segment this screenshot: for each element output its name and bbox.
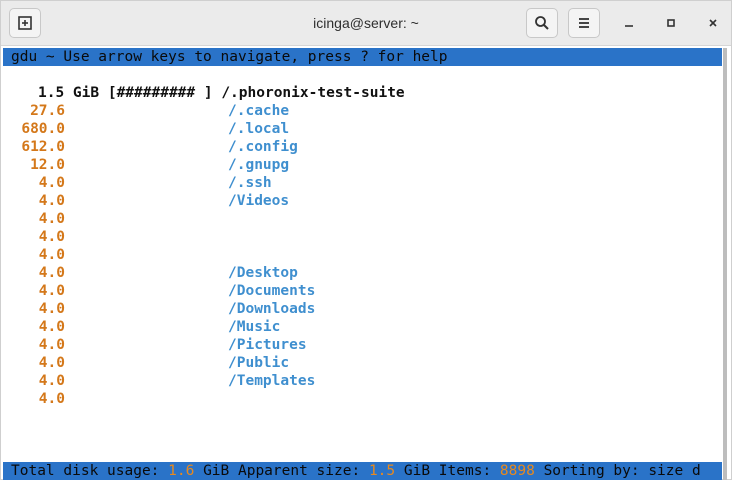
entry-name[interactable]: /Music [228, 318, 280, 336]
gdu-header-bar: gdu ~ Use arrow keys to navigate, press … [3, 48, 722, 66]
minimize-icon [625, 25, 633, 27]
entry-size: 12.0 [30, 157, 65, 173]
entry-size: 4.0 [38, 247, 65, 263]
entry-size: 4.0 [38, 373, 65, 389]
items-label: GiB Items: [395, 463, 500, 479]
entry-size: 4.0 [38, 211, 65, 227]
entry-size: 612.0 [21, 139, 65, 155]
items-value: 8898 [499, 463, 535, 479]
entry-name[interactable]: /Videos [228, 192, 289, 210]
close-button[interactable] [703, 13, 723, 33]
terminal-area[interactable]: gdu ~ Use arrow keys to navigate, press … [1, 46, 731, 480]
entry-size: 4.0 [38, 301, 65, 317]
entry-size: 4.0 [38, 229, 65, 245]
entry-size: 4.0 [38, 265, 65, 281]
entry-name[interactable]: /Desktop [228, 264, 298, 282]
sorting-label: Sorting by: size d [534, 463, 701, 479]
menu-button[interactable] [568, 8, 600, 38]
entry-name[interactable]: /Downloads [228, 300, 315, 318]
entry-name[interactable]: /.gnupg [228, 156, 289, 174]
total-label: Total disk usage: [11, 463, 169, 479]
entry-name[interactable]: /.ssh [228, 174, 272, 192]
entry-name[interactable]: /.local [228, 120, 289, 138]
entry-size: 4.0 [38, 391, 65, 407]
close-icon [709, 19, 717, 27]
entry-size: 4.0 [38, 193, 65, 209]
minimize-button[interactable] [619, 13, 639, 33]
hamburger-menu-icon [579, 18, 589, 28]
apparent-value: 1.5 [368, 463, 396, 479]
entry-size: 4.0 [38, 283, 65, 299]
terminal-window: icinga@server: ~ gdu ~ Use arrow keys to… [0, 0, 732, 480]
entry-size: 680.0 [21, 121, 65, 137]
maximize-icon [667, 19, 675, 27]
entry-name[interactable]: /Public [228, 354, 289, 372]
maximize-button[interactable] [661, 13, 681, 33]
status-bar: Total disk usage: 1.6 GiB Apparent size:… [3, 462, 722, 480]
title-bar: icinga@server: ~ [1, 1, 731, 46]
scrollbar[interactable] [723, 48, 727, 480]
entry-size: 4.0 [38, 175, 65, 191]
entry-size: 4.0 [38, 319, 65, 335]
search-icon [535, 16, 549, 30]
entry-name[interactable]: /Documents [228, 282, 315, 300]
entry-size: 27.6 [30, 103, 65, 119]
entry-name[interactable]: /Pictures [228, 336, 307, 354]
entry-name[interactable]: /.config [228, 138, 298, 156]
search-button[interactable] [526, 8, 558, 38]
apparent-label: GiB Apparent size: [194, 463, 369, 479]
entry-name[interactable]: /.cache [228, 102, 289, 120]
total-value: 1.6 [168, 463, 195, 479]
selected-entry-row[interactable]: 1.5 GiB [######### ] /.phoronix-test-sui… [38, 84, 405, 102]
entry-size: 4.0 [38, 337, 65, 353]
entry-name[interactable]: /Templates [228, 372, 315, 390]
entry-size: 4.0 [38, 355, 65, 371]
